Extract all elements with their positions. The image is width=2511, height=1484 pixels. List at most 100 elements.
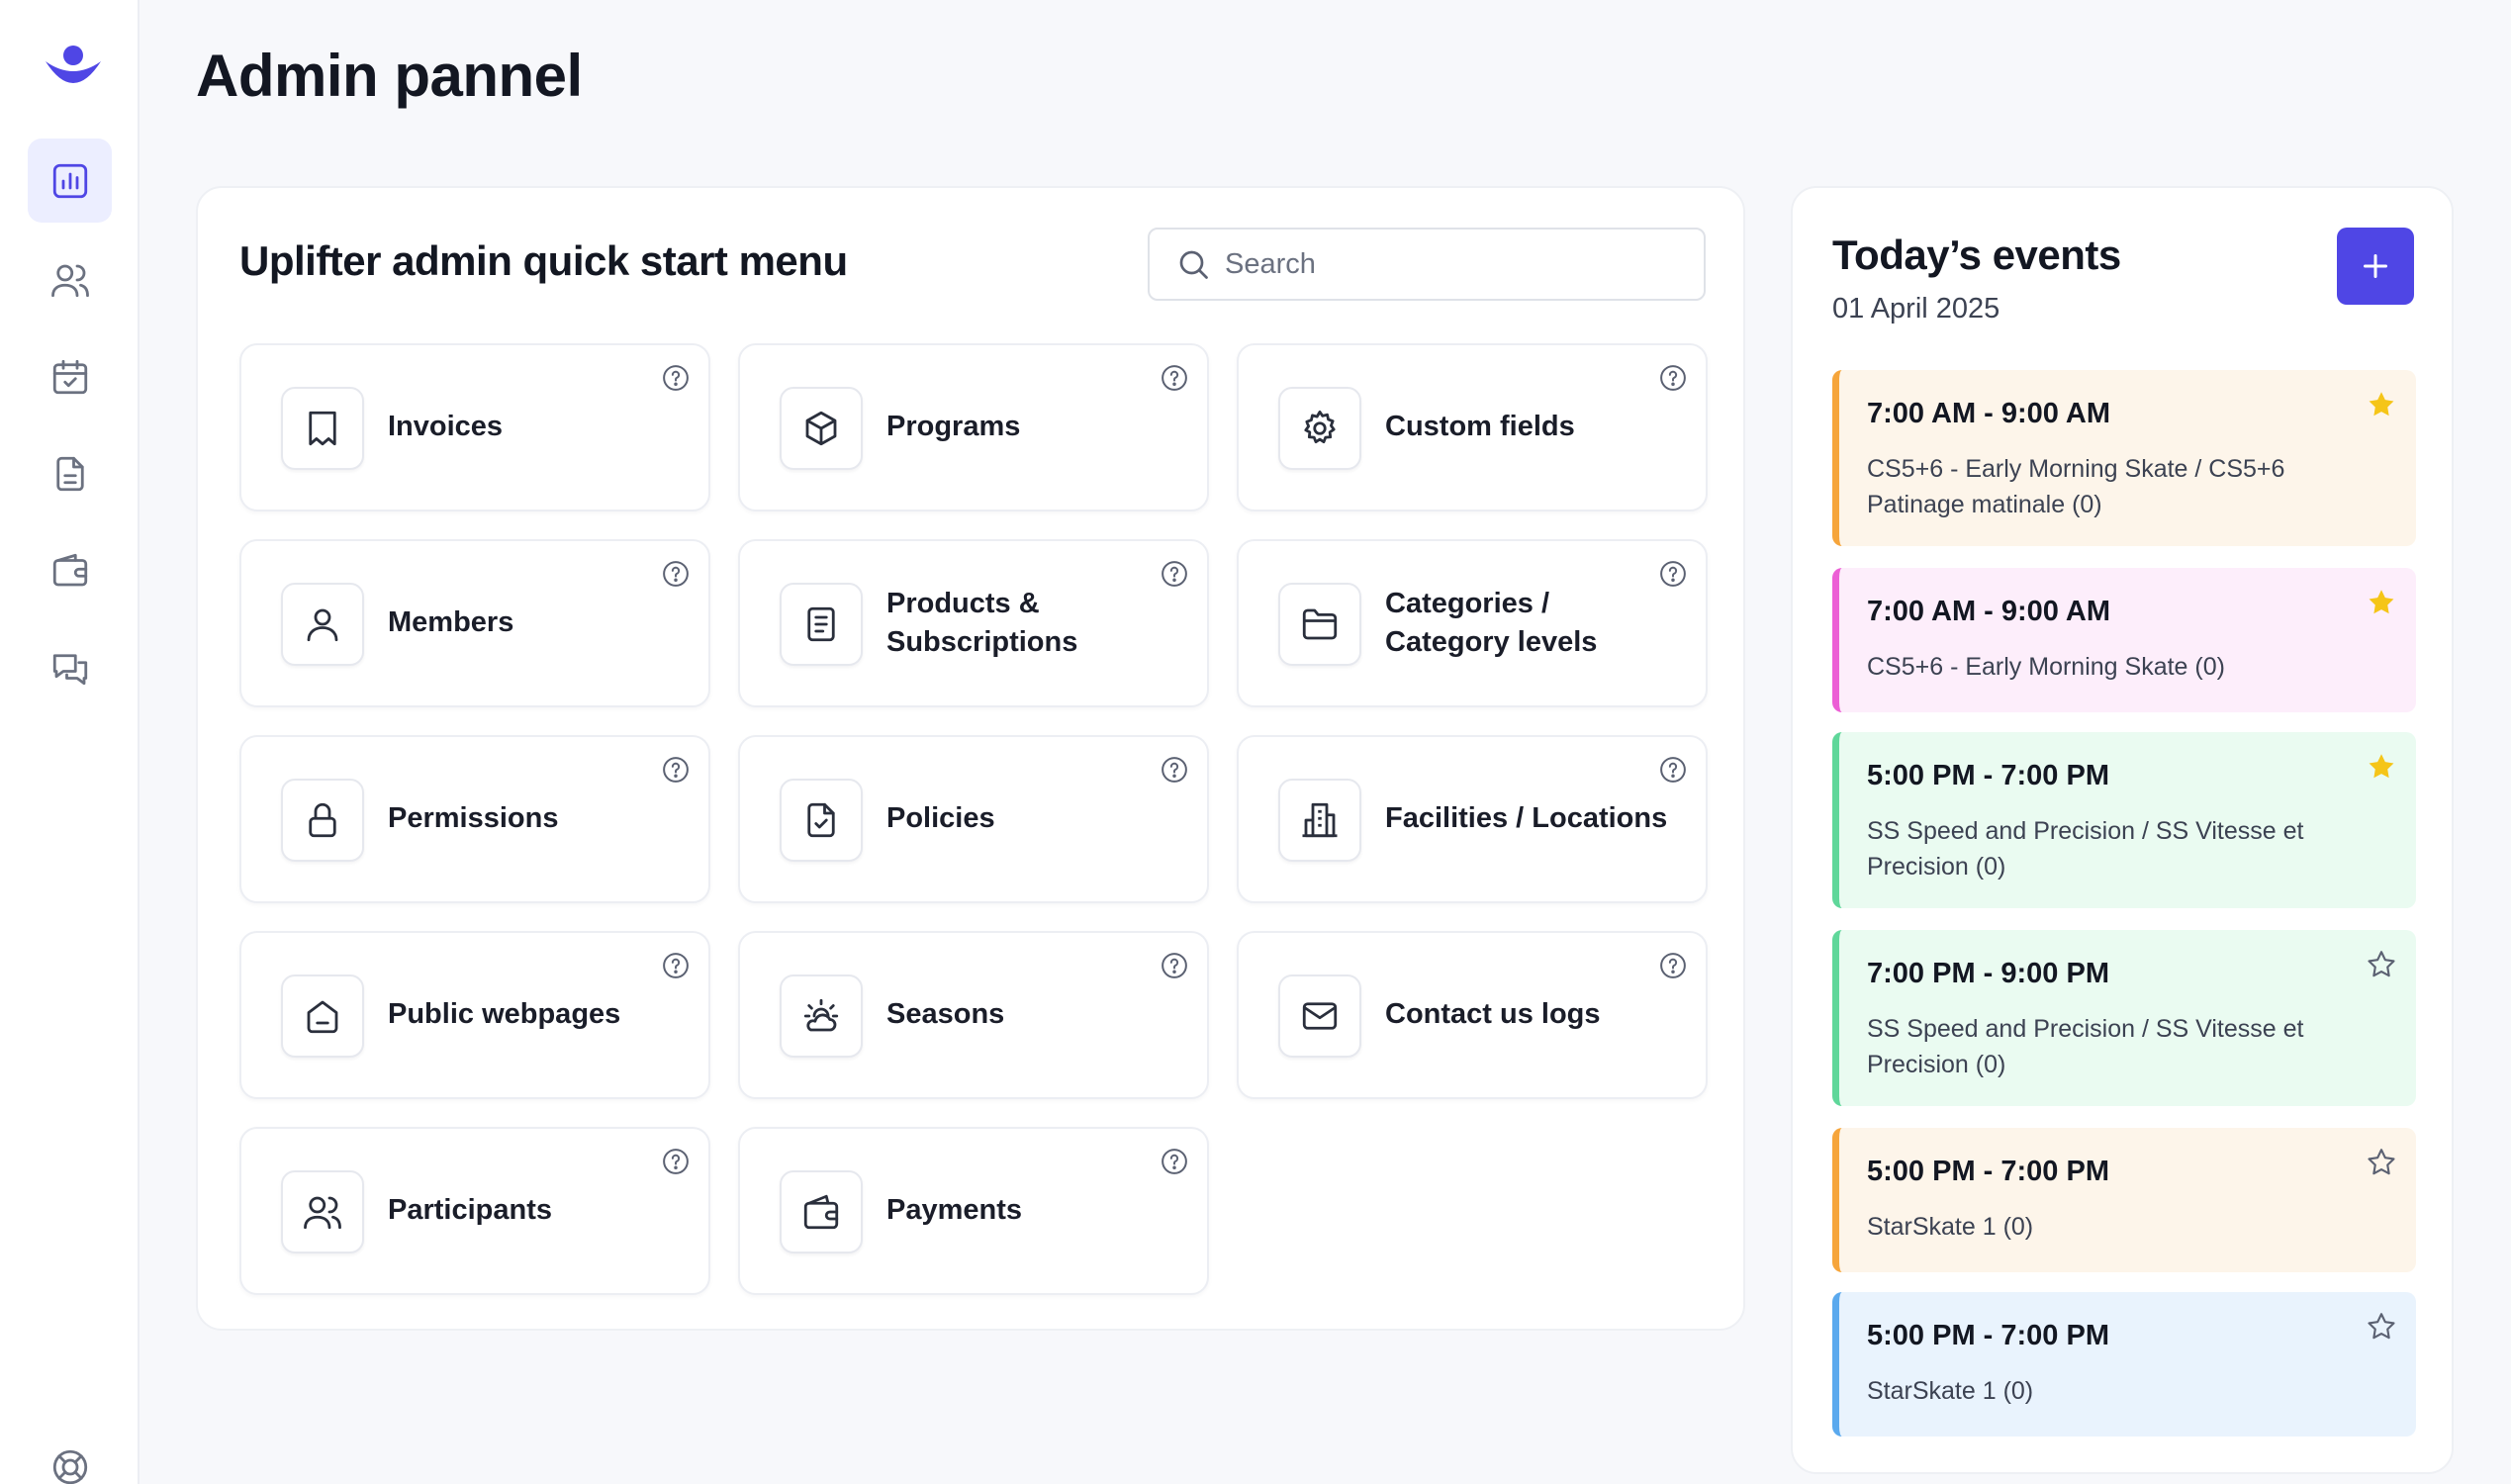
event-description: CS5+6 - Early Morning Skate / CS5+6 Pati… bbox=[1867, 455, 2285, 519]
help-icon[interactable] bbox=[661, 951, 691, 980]
help-icon[interactable] bbox=[1658, 363, 1688, 393]
event-card[interactable]: 5:00 PM - 7:00 PM StarSkate 1 (0) bbox=[1832, 1292, 2416, 1437]
chat-icon bbox=[52, 653, 87, 685]
event-time: 5:00 PM - 7:00 PM bbox=[1867, 1156, 2109, 1187]
user-icon bbox=[307, 608, 338, 642]
star-filled-icon[interactable] bbox=[2365, 388, 2398, 421]
card-icon-box bbox=[1278, 583, 1361, 666]
card-custom-fields[interactable]: Custom fields bbox=[1237, 343, 1708, 511]
gear-icon bbox=[1304, 410, 1336, 444]
card-payments[interactable]: Payments bbox=[738, 1127, 1209, 1295]
search-icon bbox=[1179, 250, 1208, 279]
folder-icon bbox=[1302, 608, 1338, 640]
lifebuoy-icon bbox=[52, 1449, 87, 1484]
card-icon-box bbox=[281, 583, 364, 666]
card-contact-us-logs[interactable]: Contact us logs bbox=[1237, 931, 1708, 1099]
event-time: 7:00 AM - 9:00 AM bbox=[1867, 596, 2111, 627]
card-label: Policies bbox=[886, 802, 995, 835]
star-outline-icon[interactable] bbox=[2365, 948, 2398, 981]
card-icon-box bbox=[1278, 387, 1361, 470]
event-card[interactable]: 7:00 PM - 9:00 PM SS Speed and Precision… bbox=[1832, 930, 2416, 1106]
help-icon[interactable] bbox=[1160, 951, 1189, 980]
sidebar-item-support[interactable] bbox=[28, 1425, 112, 1484]
card-label: Categories / Category levels bbox=[1385, 587, 1598, 658]
help-icon[interactable] bbox=[1160, 363, 1189, 393]
card-label: Seasons bbox=[886, 998, 1005, 1031]
card-participants[interactable]: Participants bbox=[239, 1127, 710, 1295]
card-policies[interactable]: Policies bbox=[738, 735, 1209, 903]
sidebar bbox=[0, 0, 140, 1484]
card-public-webpages[interactable]: Public webpages bbox=[239, 931, 710, 1099]
card-label: Custom fields bbox=[1385, 411, 1575, 443]
sun-cloud-icon bbox=[803, 998, 839, 1032]
logo-icon[interactable] bbox=[40, 40, 107, 99]
card-invoices[interactable]: Invoices bbox=[239, 343, 710, 511]
card-label: Products & Subscriptions bbox=[886, 587, 1078, 658]
card-label: Facilities / Locations bbox=[1385, 802, 1668, 835]
event-description: StarSkate 1 (0) bbox=[1867, 1213, 2034, 1241]
star-outline-icon[interactable] bbox=[2365, 1146, 2398, 1179]
help-icon[interactable] bbox=[1658, 755, 1688, 785]
event-card[interactable]: 5:00 PM - 7:00 PM SS Speed and Precision… bbox=[1832, 732, 2416, 908]
event-description: SS Speed and Precision / SS Vitesse et P… bbox=[1867, 1015, 2304, 1079]
help-icon[interactable] bbox=[1160, 755, 1189, 785]
card-label: Contact us logs bbox=[1385, 998, 1601, 1031]
help-icon[interactable] bbox=[661, 1147, 691, 1176]
event-card[interactable]: 7:00 AM - 9:00 AM CS5+6 - Early Morning … bbox=[1832, 568, 2416, 712]
sidebar-item-dashboard[interactable] bbox=[28, 139, 112, 223]
help-icon[interactable] bbox=[661, 363, 691, 393]
sidebar-item-calendar[interactable] bbox=[28, 334, 112, 418]
star-filled-icon[interactable] bbox=[2365, 586, 2398, 619]
card-label: Public webpages bbox=[388, 998, 621, 1031]
card-icon-box bbox=[780, 583, 863, 666]
event-card[interactable]: 5:00 PM - 7:00 PM StarSkate 1 (0) bbox=[1832, 1128, 2416, 1272]
card-icon-box bbox=[780, 779, 863, 862]
events-date: 01 April 2025 bbox=[1832, 293, 2000, 325]
star-outline-icon[interactable] bbox=[2365, 1310, 2398, 1344]
card-icon-box bbox=[1278, 779, 1361, 862]
sidebar-item-documents[interactable] bbox=[28, 431, 112, 515]
sidebar-item-messages[interactable] bbox=[28, 625, 112, 709]
card-label: Payments bbox=[886, 1194, 1023, 1227]
mail-icon bbox=[1302, 1002, 1338, 1030]
star-filled-icon[interactable] bbox=[2365, 750, 2398, 784]
events-title: Today’s events bbox=[1832, 232, 2121, 278]
event-description: CS5+6 - Early Morning Skate (0) bbox=[1867, 653, 2225, 681]
todays-events-panel: Today’s events 01 April 2025 7:00 AM - 9… bbox=[1791, 186, 2454, 1474]
card-members[interactable]: Members bbox=[239, 539, 710, 707]
wallet-icon bbox=[52, 553, 87, 586]
card-icon-box bbox=[281, 387, 364, 470]
add-event-button[interactable] bbox=[2337, 228, 2414, 305]
card-permissions[interactable]: Permissions bbox=[239, 735, 710, 903]
card-label: Invoices bbox=[388, 411, 504, 443]
event-time: 5:00 PM - 7:00 PM bbox=[1867, 760, 2109, 791]
sidebar-item-users[interactable] bbox=[28, 237, 112, 322]
search-input[interactable] bbox=[1225, 247, 1680, 281]
users-icon bbox=[50, 264, 89, 297]
card-icon-box bbox=[281, 779, 364, 862]
help-icon[interactable] bbox=[661, 559, 691, 589]
building-icon bbox=[1302, 802, 1338, 838]
page-title: Admin pannel bbox=[196, 43, 583, 109]
help-icon[interactable] bbox=[1160, 1147, 1189, 1176]
card-seasons[interactable]: Seasons bbox=[738, 931, 1209, 1099]
card-programs[interactable]: Programs bbox=[738, 343, 1209, 511]
quick-start-panel: Uplifter admin quick start menu Invoices… bbox=[196, 186, 1745, 1331]
card-facilities[interactable]: Facilities / Locations bbox=[1237, 735, 1708, 903]
event-time: 7:00 AM - 9:00 AM bbox=[1867, 398, 2111, 429]
help-icon[interactable] bbox=[1160, 559, 1189, 589]
panel-title: Uplifter admin quick start menu bbox=[239, 237, 848, 284]
event-card[interactable]: 7:00 AM - 9:00 AM CS5+6 - Early Morning … bbox=[1832, 370, 2416, 546]
list-document-icon bbox=[807, 606, 835, 642]
help-icon[interactable] bbox=[1658, 951, 1688, 980]
search-box[interactable] bbox=[1148, 228, 1706, 301]
card-products-subscriptions[interactable]: Products & Subscriptions bbox=[738, 539, 1209, 707]
card-categories[interactable]: Categories / Category levels bbox=[1237, 539, 1708, 707]
home-icon bbox=[307, 1000, 338, 1034]
event-description: StarSkate 1 (0) bbox=[1867, 1377, 2034, 1405]
help-icon[interactable] bbox=[1658, 559, 1688, 589]
document-icon bbox=[55, 456, 84, 491]
sidebar-item-wallet[interactable] bbox=[28, 528, 112, 612]
help-icon[interactable] bbox=[661, 755, 691, 785]
card-icon-box bbox=[281, 974, 364, 1058]
